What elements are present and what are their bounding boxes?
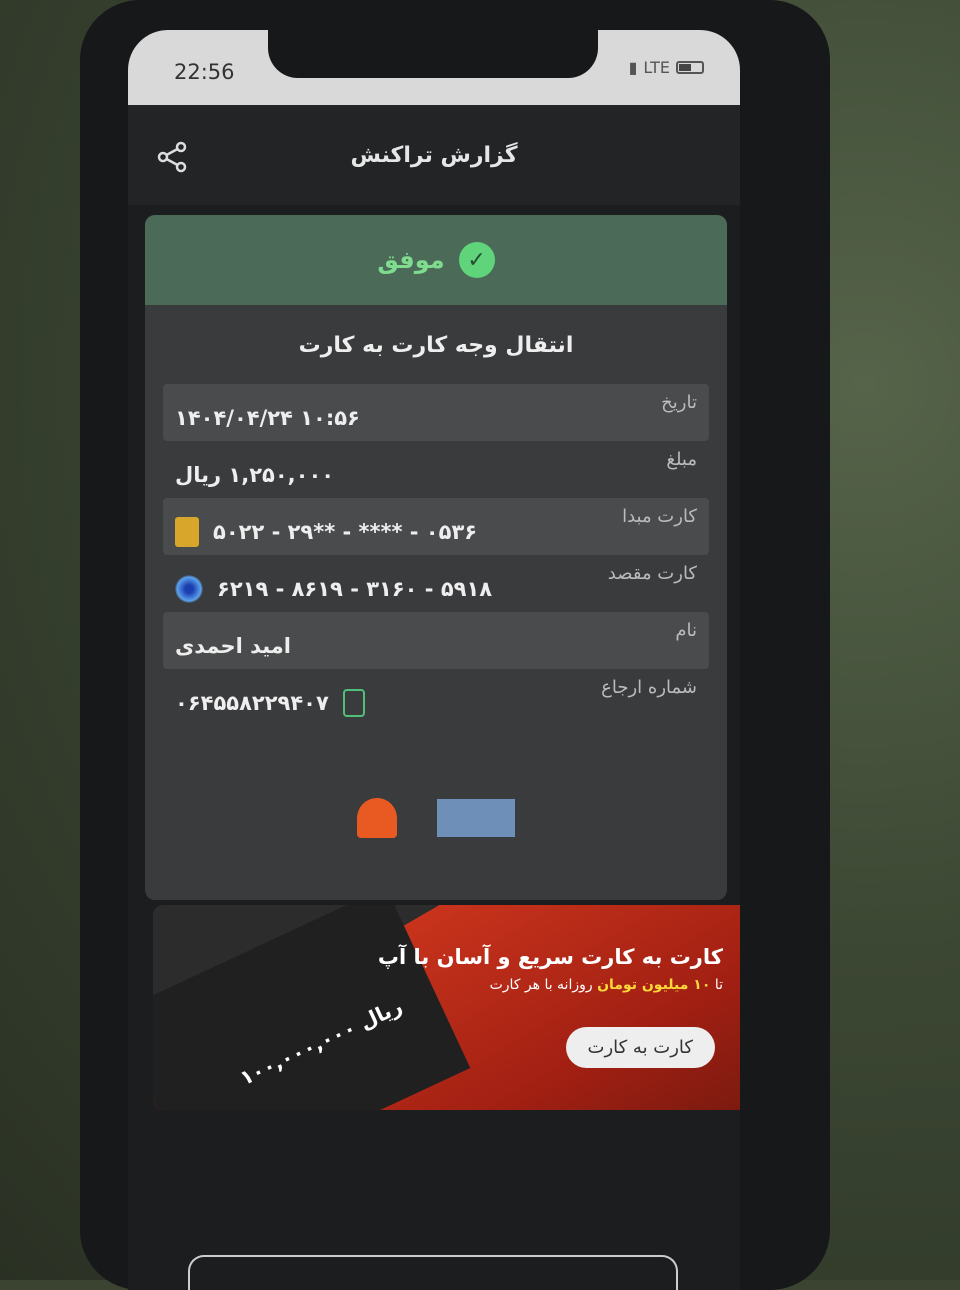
banner-subtitle: تا ۱۰ میلیون تومان روزانه با هر کارت	[378, 977, 723, 993]
banner-sub-prefix: تا	[710, 977, 723, 993]
row-source-card: ۵۰۲۲ - ۲۹** - **** - ۰۵۳۶ کارت مبدا	[163, 498, 709, 555]
promo-banner[interactable]: ۱۰۰,۰۰۰,۰۰۰ ریال کارت به کارت سریع و آسا…	[153, 905, 740, 1110]
app-header: گزارش تراکنش	[128, 105, 740, 205]
banner-image	[153, 905, 471, 1110]
signal-icon: ▮	[628, 58, 638, 77]
network-label: LTE	[643, 58, 670, 77]
card-to-card-button[interactable]: کارت به کارت	[565, 1027, 715, 1068]
bottom-button-outline[interactable]	[188, 1255, 678, 1290]
notch	[268, 30, 598, 78]
status-indicators: ▮ LTE	[629, 58, 704, 77]
transaction-title: انتقال وجه کارت به کارت	[298, 333, 574, 358]
shaparak-logo-icon	[437, 799, 515, 837]
partner-logos	[145, 798, 727, 838]
amount-value: ۱,۲۵۰,۰۰۰ ریال	[175, 462, 335, 487]
banner-sub-highlight: ۱۰ میلیون تومان	[597, 977, 711, 993]
reference-label: شماره ارجاع	[601, 677, 697, 698]
phone-screen: 22:56 ▮ LTE گزارش تراکنش ✓ موفق انتقال و…	[128, 30, 740, 1290]
name-value: امید احمدی	[175, 633, 292, 658]
check-icon: ✓	[458, 242, 495, 278]
reference-value: ۰۶۴۵۵۸۲۲۹۴۰۷	[175, 690, 329, 715]
row-name: امید احمدی نام	[163, 612, 709, 669]
date-label: تاریخ	[661, 392, 697, 413]
name-label: نام	[675, 620, 697, 641]
row-destination-card: ۶۲۱۹ - ۸۶۱۹ - ۳۱۶۰ - ۵۹۱۸ کارت مقصد	[163, 555, 709, 612]
date-value: ۱۴۰۴/۰۴/۲۴ ۱۰:۵۶	[175, 405, 360, 430]
destination-card-value: ۶۲۱۹ - ۸۶۱۹ - ۳۱۶۰ - ۵۹۱۸	[217, 576, 493, 601]
bank-logo-icon	[357, 798, 397, 838]
row-date: ۱۴۰۴/۰۴/۲۴ ۱۰:۵۶ تاریخ	[163, 384, 709, 441]
status-label: موفق	[377, 246, 445, 274]
status-bar: 22:56 ▮ LTE	[128, 30, 740, 105]
destination-card-label: کارت مقصد	[607, 563, 697, 584]
row-amount: ۱,۲۵۰,۰۰۰ ریال مبلغ	[163, 441, 709, 498]
battery-icon	[676, 61, 704, 74]
amount-label: مبلغ	[666, 449, 697, 470]
source-card-value: ۵۰۲۲ - ۲۹** - **** - ۰۵۳۶	[213, 519, 478, 544]
copy-icon[interactable]	[342, 688, 365, 717]
source-bank-logo-icon	[175, 516, 199, 547]
receipt-card: ✓ موفق انتقال وجه کارت به کارت ۱۴۰۴/۰۴/۲…	[145, 215, 727, 900]
destination-bank-logo-icon	[175, 574, 203, 603]
banner-heading: کارت به کارت سریع و آسان با آپ	[377, 945, 723, 969]
share-icon[interactable]	[154, 139, 190, 175]
row-reference: ۰۶۴۵۵۸۲۲۹۴۰۷ شماره ارجاع	[163, 669, 709, 726]
banner-sub-suffix: روزانه با هر کارت	[489, 977, 598, 993]
status-banner: ✓ موفق	[145, 215, 727, 305]
status-time: 22:56	[174, 60, 235, 84]
source-card-label: کارت مبدا	[622, 506, 697, 527]
page-title: گزارش تراکنش	[350, 142, 518, 168]
